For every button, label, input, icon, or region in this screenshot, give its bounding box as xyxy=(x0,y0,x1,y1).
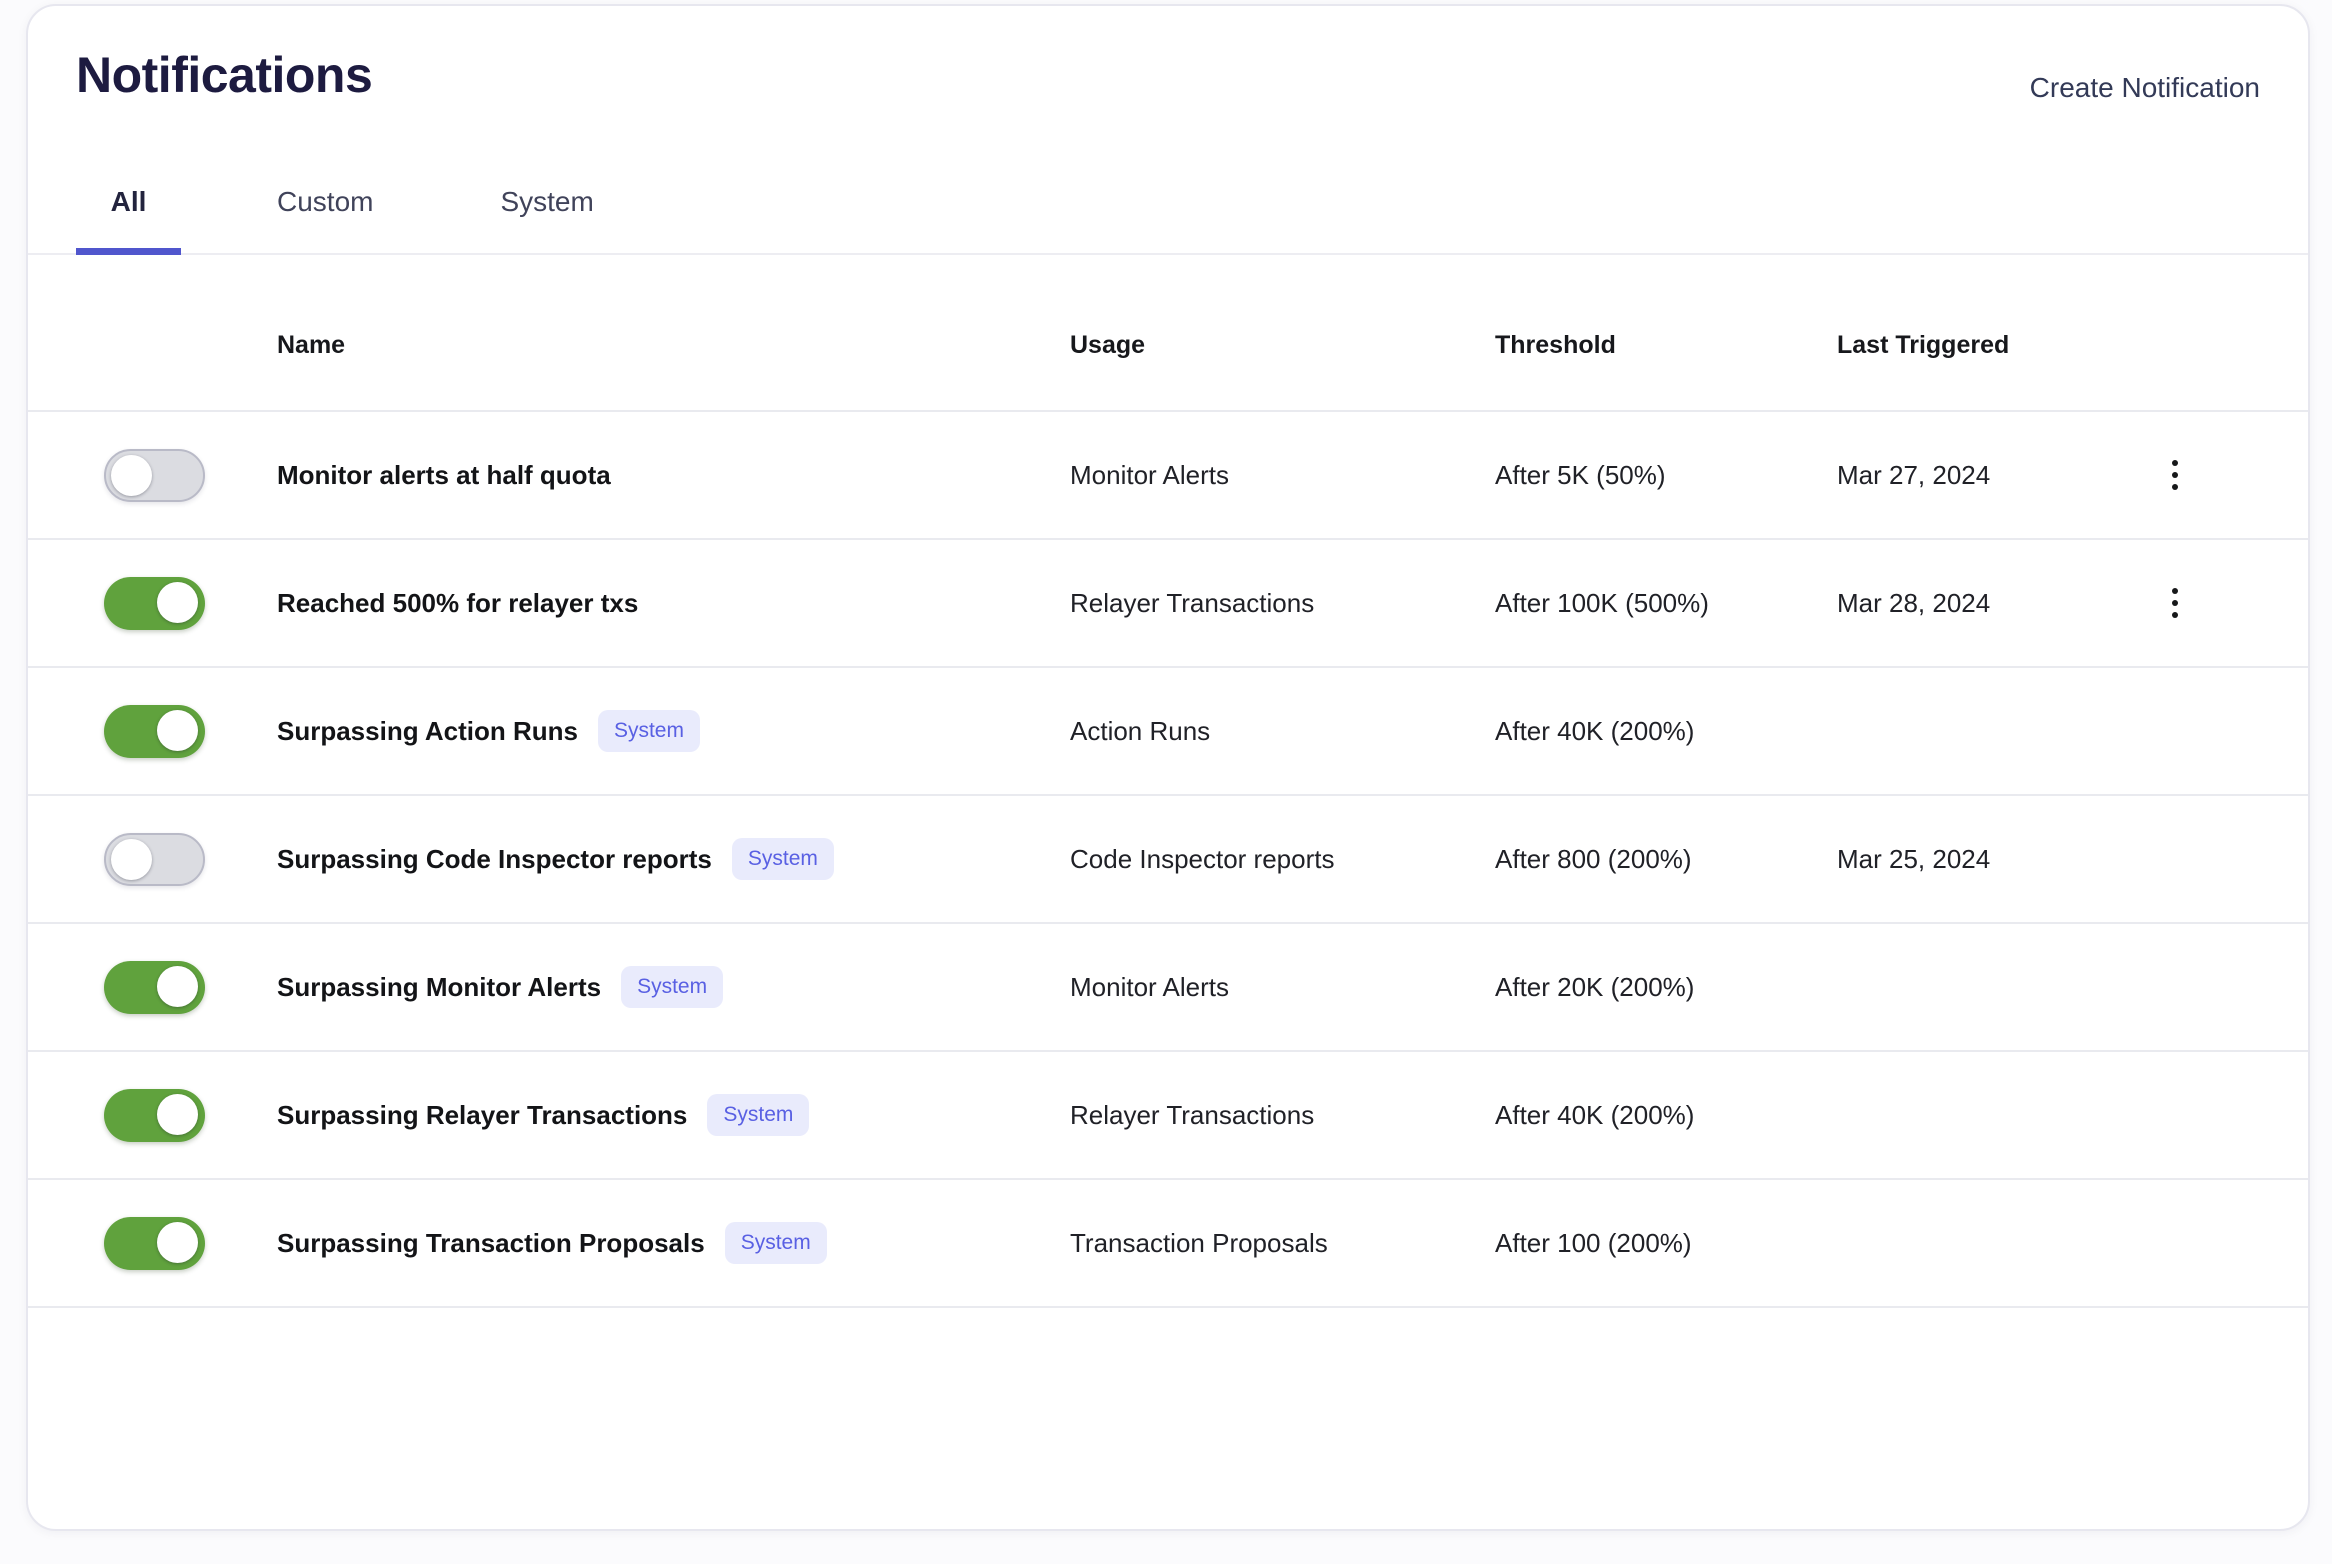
notification-name: Surpassing Monitor Alerts xyxy=(277,972,601,1003)
usage-value: Relayer Transactions xyxy=(1070,1100,1495,1131)
notification-name: Surpassing Code Inspector reports xyxy=(277,844,712,875)
threshold-value: After 40K (200%) xyxy=(1495,716,1837,747)
usage-value: Monitor Alerts xyxy=(1070,460,1495,491)
notification-name: Reached 500% for relayer txs xyxy=(277,588,638,619)
toggle-knob xyxy=(111,455,152,496)
usage-value: Action Runs xyxy=(1070,716,1495,747)
table-row: Surpassing Code Inspector reports System… xyxy=(28,796,2308,924)
enable-toggle[interactable] xyxy=(104,1217,205,1270)
usage-value: Code Inspector reports xyxy=(1070,844,1495,875)
toggle-knob xyxy=(157,966,198,1007)
toggle-knob xyxy=(157,1222,198,1263)
last-triggered-value: Mar 28, 2024 xyxy=(1837,588,2117,619)
last-triggered-value: Mar 25, 2024 xyxy=(1837,844,2117,875)
notification-name: Surpassing Action Runs xyxy=(277,716,578,747)
threshold-value: After 5K (50%) xyxy=(1495,460,1837,491)
table-row: Reached 500% for relayer txs Relayer Tra… xyxy=(28,540,2308,668)
enable-toggle[interactable] xyxy=(104,961,205,1014)
usage-value: Transaction Proposals xyxy=(1070,1228,1495,1259)
notification-name: Surpassing Transaction Proposals xyxy=(277,1228,705,1259)
column-header-usage: Usage xyxy=(1070,331,1495,360)
usage-value: Relayer Transactions xyxy=(1070,588,1495,619)
tab-bar: All Custom System xyxy=(28,186,2308,255)
column-header-name: Name xyxy=(277,331,1070,360)
kebab-menu-icon[interactable] xyxy=(2162,582,2188,624)
toggle-knob xyxy=(157,710,198,751)
system-badge: System xyxy=(732,838,834,880)
table-body: Monitor alerts at half quota Monitor Ale… xyxy=(28,412,2308,1308)
system-badge: System xyxy=(621,966,723,1008)
table-row: Surpassing Relayer Transactions System R… xyxy=(28,1052,2308,1180)
toggle-knob xyxy=(157,1094,198,1135)
notification-name: Monitor alerts at half quota xyxy=(277,460,611,491)
kebab-menu-icon[interactable] xyxy=(2162,454,2188,496)
threshold-value: After 100 (200%) xyxy=(1495,1228,1837,1259)
notifications-card: Notifications Create Notification All Cu… xyxy=(26,4,2310,1531)
card-header: Notifications Create Notification xyxy=(28,6,2308,104)
threshold-value: After 100K (500%) xyxy=(1495,588,1837,619)
system-badge: System xyxy=(707,1094,809,1136)
enable-toggle[interactable] xyxy=(104,449,205,502)
tab-custom[interactable]: Custom xyxy=(277,186,373,255)
create-notification-button[interactable]: Create Notification xyxy=(2030,72,2260,104)
toggle-knob xyxy=(157,582,198,623)
last-triggered-value: Mar 27, 2024 xyxy=(1837,460,2117,491)
enable-toggle[interactable] xyxy=(104,705,205,758)
page-title: Notifications xyxy=(76,48,372,103)
notification-name: Surpassing Relayer Transactions xyxy=(277,1100,687,1131)
table-row: Monitor alerts at half quota Monitor Ale… xyxy=(28,412,2308,540)
threshold-value: After 40K (200%) xyxy=(1495,1100,1837,1131)
tab-all[interactable]: All xyxy=(76,186,181,255)
enable-toggle[interactable] xyxy=(104,577,205,630)
enable-toggle[interactable] xyxy=(104,833,205,886)
table-row: Surpassing Transaction Proposals System … xyxy=(28,1180,2308,1308)
table-row: Surpassing Action Runs System Action Run… xyxy=(28,668,2308,796)
system-badge: System xyxy=(598,710,700,752)
tab-system[interactable]: System xyxy=(500,186,593,255)
toggle-knob xyxy=(111,839,152,880)
threshold-value: After 800 (200%) xyxy=(1495,844,1837,875)
column-header-threshold: Threshold xyxy=(1495,331,1837,360)
column-header-last-triggered: Last Triggered xyxy=(1837,331,2117,360)
table-header-row: Name Usage Threshold Last Triggered xyxy=(28,255,2308,412)
usage-value: Monitor Alerts xyxy=(1070,972,1495,1003)
threshold-value: After 20K (200%) xyxy=(1495,972,1837,1003)
enable-toggle[interactable] xyxy=(104,1089,205,1142)
system-badge: System xyxy=(725,1222,827,1264)
table-row: Surpassing Monitor Alerts System Monitor… xyxy=(28,924,2308,1052)
